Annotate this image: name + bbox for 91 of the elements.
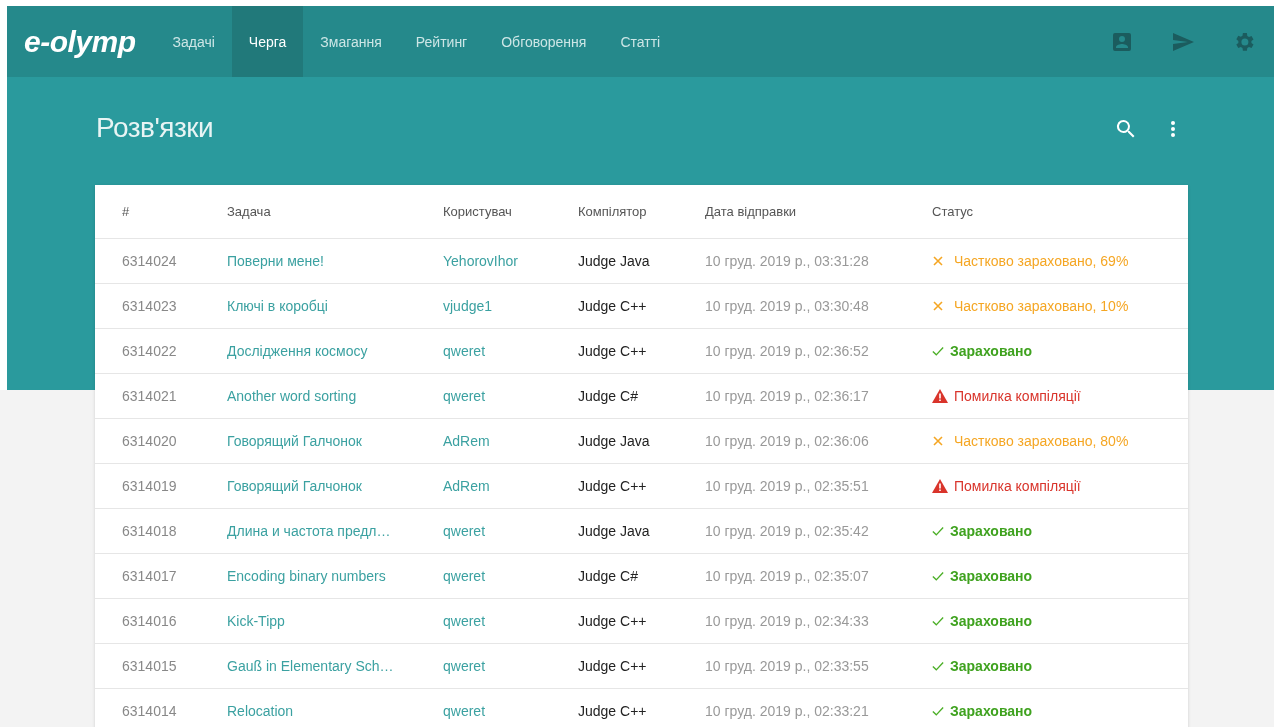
status-text: Частково зараховано, 80% [954, 433, 1129, 449]
status-text: Помилка компіляції [954, 388, 1081, 404]
nav-tab[interactable]: Статті [603, 6, 678, 77]
warning-icon [932, 389, 948, 403]
user-link[interactable]: qweret [443, 568, 486, 584]
page-title: Розв'язки [96, 112, 215, 144]
status-text: Зараховано [950, 658, 1033, 674]
table-cell-text: 10 груд. 2019 р., 02:33:55 [705, 658, 870, 674]
table-cell-text: Judge C# [578, 568, 639, 584]
column-header: Компілятор [578, 204, 648, 219]
cross-icon [932, 255, 944, 267]
status-text: Частково зараховано, 69% [954, 253, 1129, 269]
table-cell-text: 10 груд. 2019 р., 03:30:48 [705, 298, 870, 314]
warning-icon [932, 479, 948, 493]
problem-link[interactable]: Ключі в коробці [227, 298, 328, 314]
problem-link[interactable]: Another word sorting [227, 388, 357, 404]
table-cell-text: 6314023 [122, 298, 178, 314]
user-link[interactable]: qweret [443, 523, 486, 539]
table-cell-text: Judge C++ [578, 298, 648, 314]
problem-link[interactable]: Говорящий Галчонок [227, 433, 362, 449]
problem-link[interactable]: Дослідження космосу [227, 343, 368, 359]
table-cell-text: Judge Java [578, 253, 651, 269]
column-header: Статус [932, 204, 975, 219]
table-cell-text: 10 груд. 2019 р., 02:35:42 [705, 523, 870, 539]
table-cell-text: 10 груд. 2019 р., 02:33:21 [705, 703, 870, 719]
table-cell-text: 6314014 [122, 703, 178, 719]
table-cell-text: 6314016 [122, 613, 178, 629]
table-cell-text: 10 груд. 2019 р., 02:35:51 [705, 478, 870, 494]
problem-link[interactable]: Encoding binary numbers [227, 568, 386, 584]
check-icon [932, 615, 944, 627]
table-cell-text: 6314018 [122, 523, 178, 539]
status-text: Частково зараховано, 10% [954, 298, 1129, 314]
table-cell-text: 10 груд. 2019 р., 02:36:06 [705, 433, 870, 449]
status-text: Помилка компіляції [954, 478, 1081, 494]
cross-icon [932, 300, 944, 312]
table-cell-text: 10 груд. 2019 р., 03:31:28 [705, 253, 870, 269]
table-cell-text: 6314021 [122, 388, 178, 404]
user-link[interactable]: qweret [443, 703, 486, 719]
column-header: Користувач [443, 204, 513, 219]
logo[interactable]: e-olymp [24, 24, 136, 59]
status-text: Зараховано [950, 568, 1033, 584]
check-icon [932, 570, 944, 582]
user-link[interactable]: qweret [443, 343, 486, 359]
nav-tab[interactable]: Задачі [155, 6, 232, 77]
nav-tab[interactable]: Черга [231, 6, 304, 77]
nav-tab[interactable]: Змагання [303, 6, 399, 77]
problem-link[interactable]: Говорящий Галчонок [227, 478, 362, 494]
user-link[interactable]: qweret [443, 613, 486, 629]
problem-link[interactable]: Kick-Tipp [227, 613, 285, 629]
user-link[interactable]: vjudge1 [443, 298, 493, 314]
table-cell-text: 10 груд. 2019 р., 02:35:07 [705, 568, 870, 584]
table-cell-text: 6314015 [122, 658, 178, 674]
user-link[interactable]: qweret [443, 388, 486, 404]
user-link[interactable]: qweret [443, 658, 486, 674]
problem-link[interactable]: Relocation [227, 703, 294, 719]
check-icon [932, 525, 944, 537]
table-cell-text: Judge C++ [578, 343, 648, 359]
table-cell-text: 10 груд. 2019 р., 02:36:52 [705, 343, 870, 359]
nav-tab[interactable]: Рейтинг [398, 6, 485, 77]
cross-icon [932, 435, 944, 447]
table-cell-text: 6314020 [122, 433, 178, 449]
user-link[interactable]: YehorovIhor [443, 253, 518, 269]
problem-link[interactable]: Длина и частота предл… [227, 523, 391, 539]
user-link[interactable]: AdRem [443, 433, 490, 449]
check-icon [932, 345, 944, 357]
table-cell-text: Judge Java [578, 433, 651, 449]
table-cell-text: Judge C++ [578, 703, 648, 719]
status-text: Зараховано [950, 703, 1033, 719]
status-text: Зараховано [950, 523, 1033, 539]
table-cell-text: 6314024 [122, 253, 178, 269]
column-header: Дата відправки [705, 204, 798, 219]
column-header: Задача [227, 204, 272, 219]
table-cell-text: Judge C++ [578, 478, 648, 494]
table-cell-text: 6314019 [122, 478, 178, 494]
problem-link[interactable]: Gauß in Elementary Sch… [227, 658, 394, 674]
status-text: Зараховано [950, 343, 1033, 359]
user-link[interactable]: AdRem [443, 478, 490, 494]
check-icon [932, 705, 944, 717]
column-header: # [122, 204, 131, 219]
table-cell-text: 10 груд. 2019 р., 02:34:33 [705, 613, 870, 629]
table-cell-text: 6314017 [122, 568, 178, 584]
table-cell-text: Judge Java [578, 523, 651, 539]
nav-tab[interactable]: Обговорення [484, 6, 604, 77]
problem-link[interactable]: Поверни мене! [227, 253, 324, 269]
check-icon [932, 660, 944, 672]
table-cell-text: 10 груд. 2019 р., 02:36:17 [705, 388, 870, 404]
table-cell-text: Judge C# [578, 388, 639, 404]
table-cell-text: 6314022 [122, 343, 178, 359]
table-cell-text: Judge C++ [578, 613, 648, 629]
status-text: Зараховано [950, 613, 1033, 629]
table-cell-text: Judge C++ [578, 658, 648, 674]
